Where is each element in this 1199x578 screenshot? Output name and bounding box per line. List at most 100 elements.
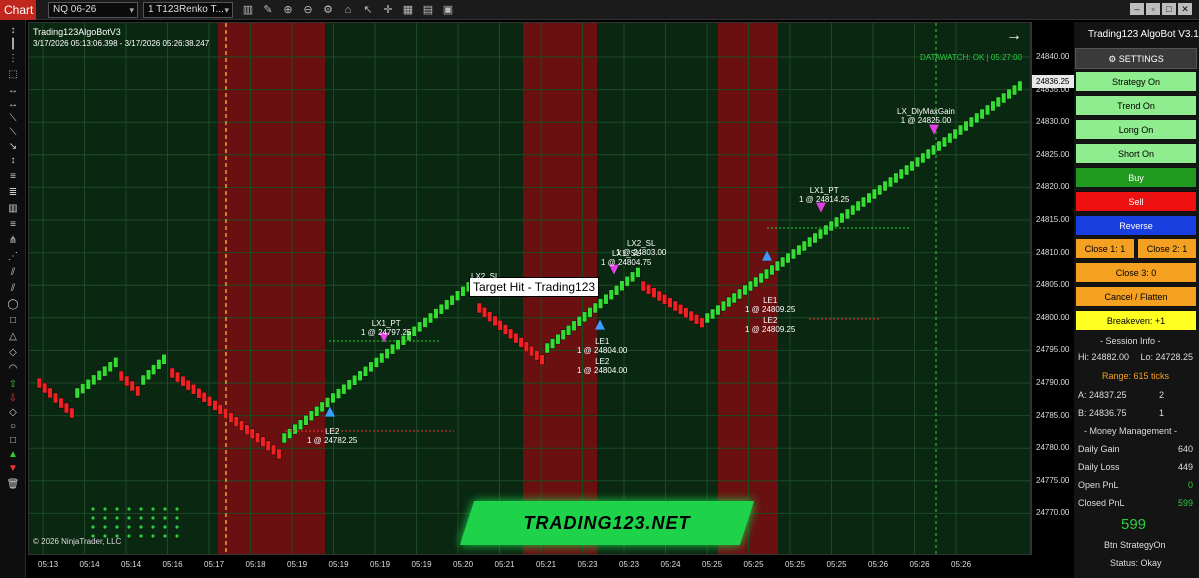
closed-pnl-value: 599 bbox=[1177, 498, 1193, 508]
breakeven-button[interactable]: Breakeven: +1 bbox=[1075, 310, 1197, 331]
renko-down-bar bbox=[640, 280, 646, 292]
time-axis[interactable]: 05:13 05:14 05:14 05:16 05:17 05:18 05:19 05:19… bbox=[28, 555, 1031, 578]
close1-button[interactable]: Close 1: 1 bbox=[1075, 238, 1135, 259]
triangle-down-icon[interactable]: ▼ bbox=[5, 462, 21, 476]
time-tick: 05:21 bbox=[494, 560, 515, 569]
chart-area[interactable]: ▲▲▲▼▼▼▼▼ Trading123AlgoBotV3 3/17/2026 0… bbox=[28, 22, 1031, 555]
arc-icon[interactable]: ◠ bbox=[5, 362, 21, 376]
properties-icon[interactable]: ⚙ bbox=[320, 2, 336, 18]
renko-up-bar bbox=[731, 292, 737, 304]
reverse-button[interactable]: Reverse bbox=[1075, 215, 1197, 236]
fib-circle-icon[interactable]: ≡ bbox=[5, 218, 21, 232]
square-icon[interactable]: □ bbox=[5, 434, 21, 448]
andrews-pitchfork-icon[interactable]: ⋔ bbox=[5, 234, 21, 248]
price-axis[interactable]: 24840.00 24835.00 24830.00 24825.00 24820.00… bbox=[1031, 22, 1074, 555]
triangle-up-icon[interactable]: ▲ bbox=[5, 448, 21, 462]
triangle-icon[interactable]: △ bbox=[5, 330, 21, 344]
fib-extension-icon[interactable]: ≣ bbox=[5, 186, 21, 200]
risk-reward-icon[interactable]: ⋮ bbox=[5, 52, 21, 66]
renko-up-bar bbox=[882, 180, 888, 192]
close3-button[interactable]: Close 3: 0 bbox=[1075, 262, 1197, 283]
pencil-icon[interactable]: ✎ bbox=[260, 2, 276, 18]
renko-up-bar bbox=[710, 308, 716, 320]
time-tick: 05:23 bbox=[577, 560, 598, 569]
time-tick: 05:23 bbox=[619, 560, 640, 569]
cursor-icon[interactable]: ↖ bbox=[360, 2, 376, 18]
lock-icon[interactable]: ⌂ bbox=[340, 2, 356, 18]
region-icon[interactable]: ⬚ bbox=[5, 68, 21, 82]
arrow-line-icon[interactable]: ↘ bbox=[5, 140, 21, 154]
bar-type-selector[interactable]: 1 T123Renko T... ▾ bbox=[143, 2, 233, 18]
arrow-right-icon[interactable]: → bbox=[1006, 27, 1022, 45]
price-tick: 24790.00 bbox=[1036, 378, 1070, 387]
close-button[interactable]: ✕ bbox=[1178, 3, 1192, 15]
renko-up-bar bbox=[898, 168, 904, 180]
arrow-up-icon[interactable]: ⇧ bbox=[5, 378, 21, 392]
fib-time-icon[interactable]: ▥ bbox=[5, 202, 21, 216]
cancel-flatten-button[interactable]: Cancel / Flatten bbox=[1075, 286, 1197, 307]
rectangle-icon[interactable]: □ bbox=[5, 314, 21, 328]
pointer-icon[interactable]: ↕ bbox=[5, 24, 21, 38]
logo-dot bbox=[91, 516, 95, 520]
tile-button[interactable]: ▫ bbox=[1146, 3, 1160, 15]
close2-button[interactable]: Close 2: 1 bbox=[1137, 238, 1197, 259]
strategy-icon[interactable]: ▣ bbox=[440, 2, 456, 18]
crosshair-icon[interactable]: ✛ bbox=[380, 2, 396, 18]
renko-up-bar bbox=[582, 311, 588, 323]
logo-dot bbox=[115, 507, 119, 511]
logo-dot bbox=[103, 507, 107, 511]
renko-down-bar bbox=[47, 387, 53, 399]
zoom-in-icon[interactable]: ⊕ bbox=[280, 2, 296, 18]
renko-up-bar bbox=[630, 271, 636, 283]
renko-up-bar bbox=[990, 100, 996, 112]
trend-line-icon[interactable]: ⟍ bbox=[5, 112, 21, 126]
diamond-icon[interactable]: ◇ bbox=[5, 406, 21, 420]
renko-up-bar bbox=[720, 300, 726, 312]
settings-button[interactable]: ⚙ SETTINGS bbox=[1075, 48, 1197, 69]
bars-icon[interactable]: ▥ bbox=[240, 2, 256, 18]
ray-icon[interactable]: ↔ bbox=[5, 98, 21, 112]
vertical-line-icon[interactable]: ↕ bbox=[5, 154, 21, 168]
renko-up-bar bbox=[758, 272, 764, 284]
logo-dot bbox=[91, 507, 95, 511]
grid-icon[interactable]: ▦ bbox=[400, 2, 416, 18]
layout-icon[interactable]: ▤ bbox=[420, 2, 436, 18]
gann-fan-icon[interactable]: ⋰ bbox=[5, 250, 21, 264]
instrument-selector[interactable]: NQ 06-26 ▾ bbox=[48, 2, 138, 18]
renko-down-bar bbox=[482, 307, 487, 318]
renko-up-bar bbox=[807, 236, 813, 248]
regression-channel-icon[interactable]: ⫽ bbox=[5, 266, 21, 280]
renko-down-bar bbox=[201, 392, 207, 403]
polygon-icon[interactable]: ◇ bbox=[5, 346, 21, 360]
trend-channel-icon[interactable]: ⫽ bbox=[5, 282, 21, 296]
renko-up-bar bbox=[308, 410, 314, 421]
ellipse-icon[interactable]: ◯ bbox=[5, 298, 21, 312]
horizontal-line-icon[interactable]: ↔ bbox=[5, 84, 21, 98]
dot-icon[interactable]: ○ bbox=[5, 420, 21, 434]
fib-retracement-icon[interactable]: ≡ bbox=[5, 170, 21, 184]
long-toggle[interactable]: Long On bbox=[1075, 119, 1197, 140]
logo-dot bbox=[115, 525, 119, 529]
buy-button[interactable]: Buy bbox=[1075, 167, 1197, 188]
trend-toggle[interactable]: Trend On bbox=[1075, 95, 1197, 116]
renko-up-bar bbox=[635, 267, 641, 278]
long-entry-arrow: ▲ bbox=[762, 248, 772, 263]
maximize-button[interactable]: □ bbox=[1162, 3, 1176, 15]
renko-down-bar bbox=[656, 290, 662, 302]
trash-icon[interactable]: 🗑 bbox=[5, 478, 21, 492]
chart-tab[interactable]: Chart bbox=[0, 0, 36, 20]
renko-up-bar bbox=[357, 370, 363, 381]
arrow-down-icon[interactable]: ⇩ bbox=[5, 392, 21, 406]
minimize-button[interactable]: – bbox=[1130, 3, 1144, 15]
renko-down-bar bbox=[476, 302, 482, 314]
open-pnl-value: 0 bbox=[1187, 480, 1193, 490]
extended-line-icon[interactable]: ⟍ bbox=[5, 126, 21, 140]
sell-button[interactable]: Sell bbox=[1075, 191, 1197, 212]
renko-up-bar bbox=[107, 361, 113, 372]
renko-down-bar bbox=[523, 341, 529, 352]
zoom-out-icon[interactable]: ⊖ bbox=[300, 2, 316, 18]
logo-dot bbox=[91, 525, 95, 529]
short-toggle[interactable]: Short On bbox=[1075, 143, 1197, 164]
strategy-toggle[interactable]: Strategy On bbox=[1075, 71, 1197, 92]
ruler-icon[interactable]: ┃ bbox=[5, 38, 21, 52]
